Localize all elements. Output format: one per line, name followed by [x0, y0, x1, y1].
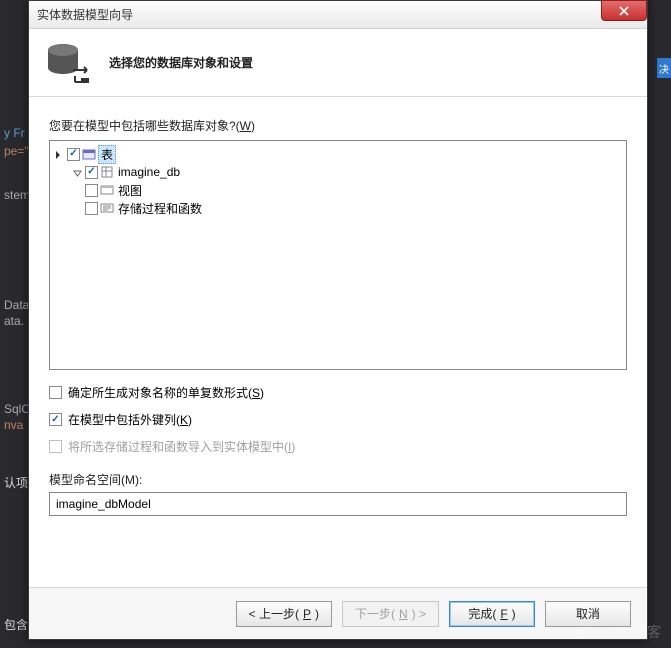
window-title: 实体数据模型向导	[37, 6, 133, 23]
close-button[interactable]	[601, 0, 647, 21]
option-import-sp: 将所选存储过程和函数导入到实体模型中(I)	[49, 438, 627, 455]
tree-node-views[interactable]: 视图	[52, 181, 624, 199]
expander-icon[interactable]	[54, 149, 65, 160]
objects-tree[interactable]: 表 imagine_db 视图 存储过程和函数	[49, 140, 627, 370]
namespace-input[interactable]	[49, 492, 627, 516]
database-icon	[43, 42, 91, 84]
next-button: 下一步(N) >	[342, 601, 439, 627]
tree-label: 存储过程和函数	[116, 200, 204, 217]
table-group-icon	[82, 147, 96, 161]
option-label: 将所选存储过程和函数导入到实体模型中(I)	[68, 438, 295, 455]
expander-icon[interactable]	[72, 167, 83, 178]
checkbox-imagine-db[interactable]	[85, 166, 98, 179]
checkbox-import-sp	[49, 440, 62, 453]
wizard-dialog: 实体数据模型向导 选择您的数据库对象和设置 您要在模型中包括哪些数据库对象?(W…	[28, 0, 648, 640]
finish-button[interactable]: 完成(F)	[449, 601, 535, 627]
checkbox-include-fk[interactable]	[49, 413, 62, 426]
checkbox-views[interactable]	[85, 184, 98, 197]
tree-label: 表	[98, 145, 116, 164]
options-group: 确定所生成对象名称的单复数形式(S) 在模型中包括外键列(K) 将所选存储过程和…	[49, 384, 627, 455]
titlebar: 实体数据模型向导	[29, 1, 647, 29]
proc-icon	[100, 201, 114, 215]
namespace-label: 模型命名空间(M):	[49, 471, 627, 488]
tree-node-imagine-db[interactable]: imagine_db	[52, 163, 624, 181]
option-label: 在模型中包括外键列(K)	[68, 411, 192, 428]
view-icon	[100, 183, 114, 197]
tree-label: imagine_db	[116, 165, 182, 179]
schema-icon	[100, 165, 114, 179]
button-bar: < 上一步(P) 下一步(N) > 完成(F) 取消	[29, 587, 647, 639]
side-panel-fragment: 决	[657, 58, 671, 78]
wizard-header: 选择您的数据库对象和设置	[29, 29, 647, 97]
checkbox-procs[interactable]	[85, 202, 98, 215]
tree-node-tables[interactable]: 表	[52, 145, 624, 163]
option-include-fk[interactable]: 在模型中包括外键列(K)	[49, 411, 627, 428]
option-label: 确定所生成对象名称的单复数形式(S)	[68, 384, 264, 401]
header-title: 选择您的数据库对象和设置	[109, 54, 253, 71]
option-pluralize[interactable]: 确定所生成对象名称的单复数形式(S)	[49, 384, 627, 401]
tree-label: 视图	[116, 182, 144, 199]
checkbox-tables[interactable]	[67, 148, 80, 161]
back-button[interactable]: < 上一步(P)	[236, 601, 332, 627]
checkbox-pluralize[interactable]	[49, 386, 62, 399]
objects-prompt: 您要在模型中包括哪些数据库对象?(W)	[49, 117, 627, 134]
content-area: 您要在模型中包括哪些数据库对象?(W) 表 imagine_db 视图	[29, 97, 647, 526]
tree-node-procs[interactable]: 存储过程和函数	[52, 199, 624, 217]
watermark: @51CTO博客	[574, 622, 661, 642]
